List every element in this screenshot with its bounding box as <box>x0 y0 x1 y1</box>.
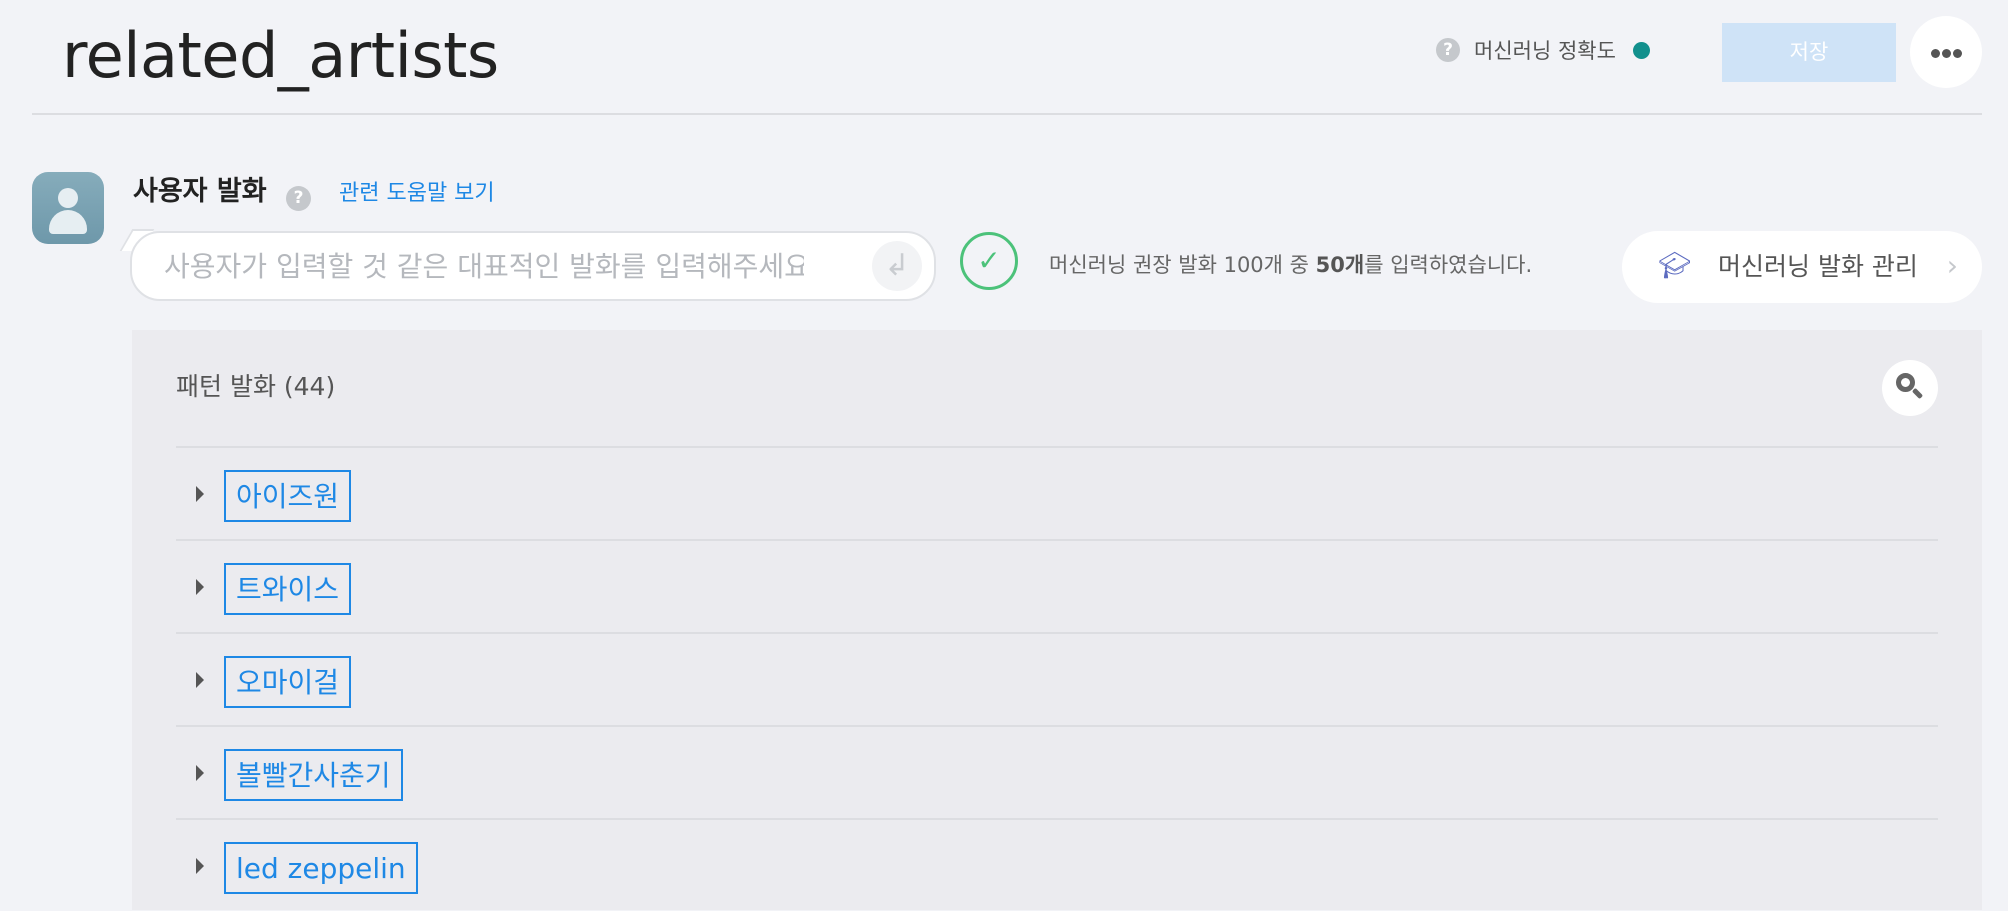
pattern-utterance-panel: 패턴 발화 (44) 아이즈원 트와이스 오마이걸 볼빨간사춘기 led zep… <box>132 330 1982 910</box>
more-horizontal-icon <box>1931 49 1940 58</box>
entity-tag[interactable]: led zeppelin <box>224 842 418 894</box>
list-item[interactable]: 오마이걸 <box>176 632 1938 725</box>
caret-right-icon[interactable] <box>196 486 204 502</box>
ml-utterance-status: 머신러닝 권장 발화 100개 중 50개를 입력하였습니다. <box>1049 253 1533 277</box>
check-icon: ✓ <box>960 232 1018 290</box>
user-utterance-label: 사용자 발화 <box>133 176 267 207</box>
entity-tag[interactable]: 트와이스 <box>224 563 352 615</box>
entity-tag[interactable]: 오마이걸 <box>224 656 352 708</box>
ml-utterance-manage-button[interactable]: 🎓︎ 머신러닝 발화 관리 › <box>1622 231 1982 303</box>
caret-right-icon[interactable] <box>196 579 204 595</box>
search-button[interactable] <box>1882 360 1938 416</box>
save-button[interactable]: 저장 <box>1722 23 1896 82</box>
list-item[interactable]: 트와이스 <box>176 539 1938 632</box>
help-link[interactable]: 관련 도움말 보기 <box>339 179 495 209</box>
entity-tag[interactable]: 볼빨간사춘기 <box>224 749 403 801</box>
pattern-utterance-title: 패턴 발화 (44) <box>176 372 336 401</box>
header-divider <box>32 113 1982 115</box>
help-icon[interactable]: ? <box>1436 38 1460 62</box>
ml-utterance-manage-label: 머신러닝 발화 관리 <box>1718 252 1918 281</box>
list-item[interactable]: 아이즈원 <box>176 446 1938 539</box>
enter-icon[interactable]: ↲ <box>872 241 922 291</box>
chevron-right-icon: › <box>1946 249 1958 282</box>
ml-accuracy-status-dot <box>1633 42 1650 59</box>
help-icon[interactable]: ? <box>286 186 311 211</box>
user-icon <box>58 188 78 208</box>
ml-utterance-count: 50개 <box>1315 253 1365 277</box>
caret-right-icon[interactable] <box>196 672 204 688</box>
caret-right-icon[interactable] <box>196 858 204 874</box>
utterance-input-box: ↲ <box>130 231 936 301</box>
list-item[interactable]: led zeppelin <box>176 818 1938 911</box>
more-horizontal-icon <box>1942 49 1951 58</box>
ml-accuracy-label: 머신러닝 정확도 <box>1474 39 1616 63</box>
graduation-cap-icon: 🎓︎ <box>1658 251 1692 281</box>
pattern-utterance-list: 아이즈원 트와이스 오마이걸 볼빨간사춘기 led zeppelin <box>176 446 1938 911</box>
page-title: related_artists <box>62 19 499 92</box>
more-horizontal-icon <box>1953 49 1962 58</box>
entity-tag[interactable]: 아이즈원 <box>224 470 352 522</box>
utterance-input[interactable] <box>164 245 804 287</box>
caret-right-icon[interactable] <box>196 765 204 781</box>
user-avatar <box>32 172 104 244</box>
more-options-button[interactable] <box>1910 16 1982 88</box>
list-item[interactable]: 볼빨간사춘기 <box>176 725 1938 818</box>
